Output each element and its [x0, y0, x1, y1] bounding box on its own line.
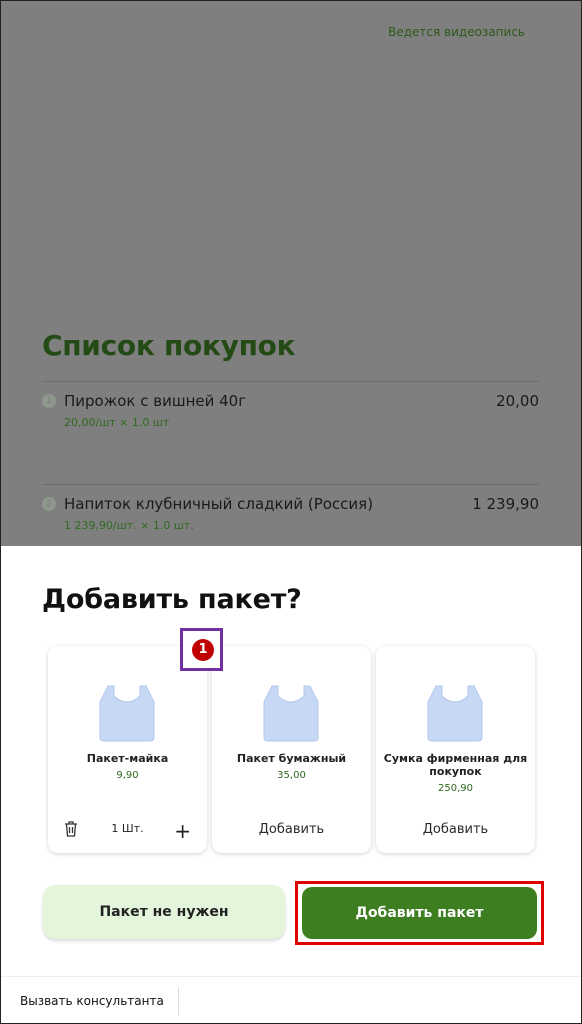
annotation-number: 1	[192, 639, 214, 661]
item-price: 1 239,90	[472, 495, 539, 513]
item-number: 1	[42, 394, 56, 408]
item-name: Пирожок с вишней 40г	[64, 392, 247, 410]
bag-card-paper[interactable]: Пакет бумажный 35,00 Добавить	[212, 646, 371, 853]
add-bag-sheet: Добавить пакет? Пакет-майка 9,90 1 Шт. +…	[1, 546, 581, 976]
cart-item: 2 Напиток клубничный сладкий (Россия) 1 …	[42, 489, 539, 539]
bag-name: Пакет бумажный	[236, 752, 347, 765]
bag-icon	[263, 685, 319, 742]
highlight-outline: Добавить пакет	[295, 881, 544, 945]
item-price: 20,00	[496, 392, 539, 410]
item-number: 2	[42, 497, 56, 511]
bag-price: 35,00	[277, 770, 306, 781]
call-consultant-button[interactable]: Вызвать консультанта	[20, 994, 164, 1008]
add-bag-button[interactable]: Добавить пакет	[302, 887, 537, 939]
plus-icon[interactable]: +	[174, 821, 191, 841]
bag-price: 250,90	[438, 783, 473, 794]
item-unit-price: 20,00/шт × 1.0 шт	[64, 416, 170, 429]
divider	[42, 381, 539, 382]
item-name: Напиток клубничный сладкий (Россия)	[64, 495, 374, 513]
footer-divider	[178, 987, 179, 1015]
recording-indicator: Ведется видеозапись	[388, 25, 525, 39]
bag-name: Пакет-майка	[86, 752, 169, 765]
bag-card-tshirt[interactable]: Пакет-майка 9,90 1 Шт. +	[48, 646, 207, 853]
divider	[42, 484, 539, 485]
footer: Вызвать консультанта	[1, 976, 581, 1023]
bag-icon	[99, 685, 155, 742]
item-unit-price: 1 239,90/шт. × 1.0 шт.	[64, 519, 194, 532]
cart-title: Список покупок	[42, 329, 296, 362]
bag-name: Сумка фирменная для покупок	[383, 752, 528, 778]
bag-price: 9,90	[116, 770, 139, 781]
no-bag-button[interactable]: Пакет не нужен	[43, 885, 285, 939]
add-bag-branded-button[interactable]: Добавить	[376, 822, 535, 837]
bag-icon	[427, 685, 483, 742]
cart-item: 1 Пирожок с вишней 40г 20,00/шт × 1.0 шт…	[42, 386, 539, 436]
screen: Ведется видеозапись Список покупок 1 Пир…	[0, 0, 582, 1024]
add-bag-paper-button[interactable]: Добавить	[212, 822, 371, 837]
bag-card-branded[interactable]: Сумка фирменная для покупок 250,90 Добав…	[376, 646, 535, 853]
sheet-title: Добавить пакет?	[42, 584, 302, 615]
annotation-marker: 1	[180, 628, 223, 671]
